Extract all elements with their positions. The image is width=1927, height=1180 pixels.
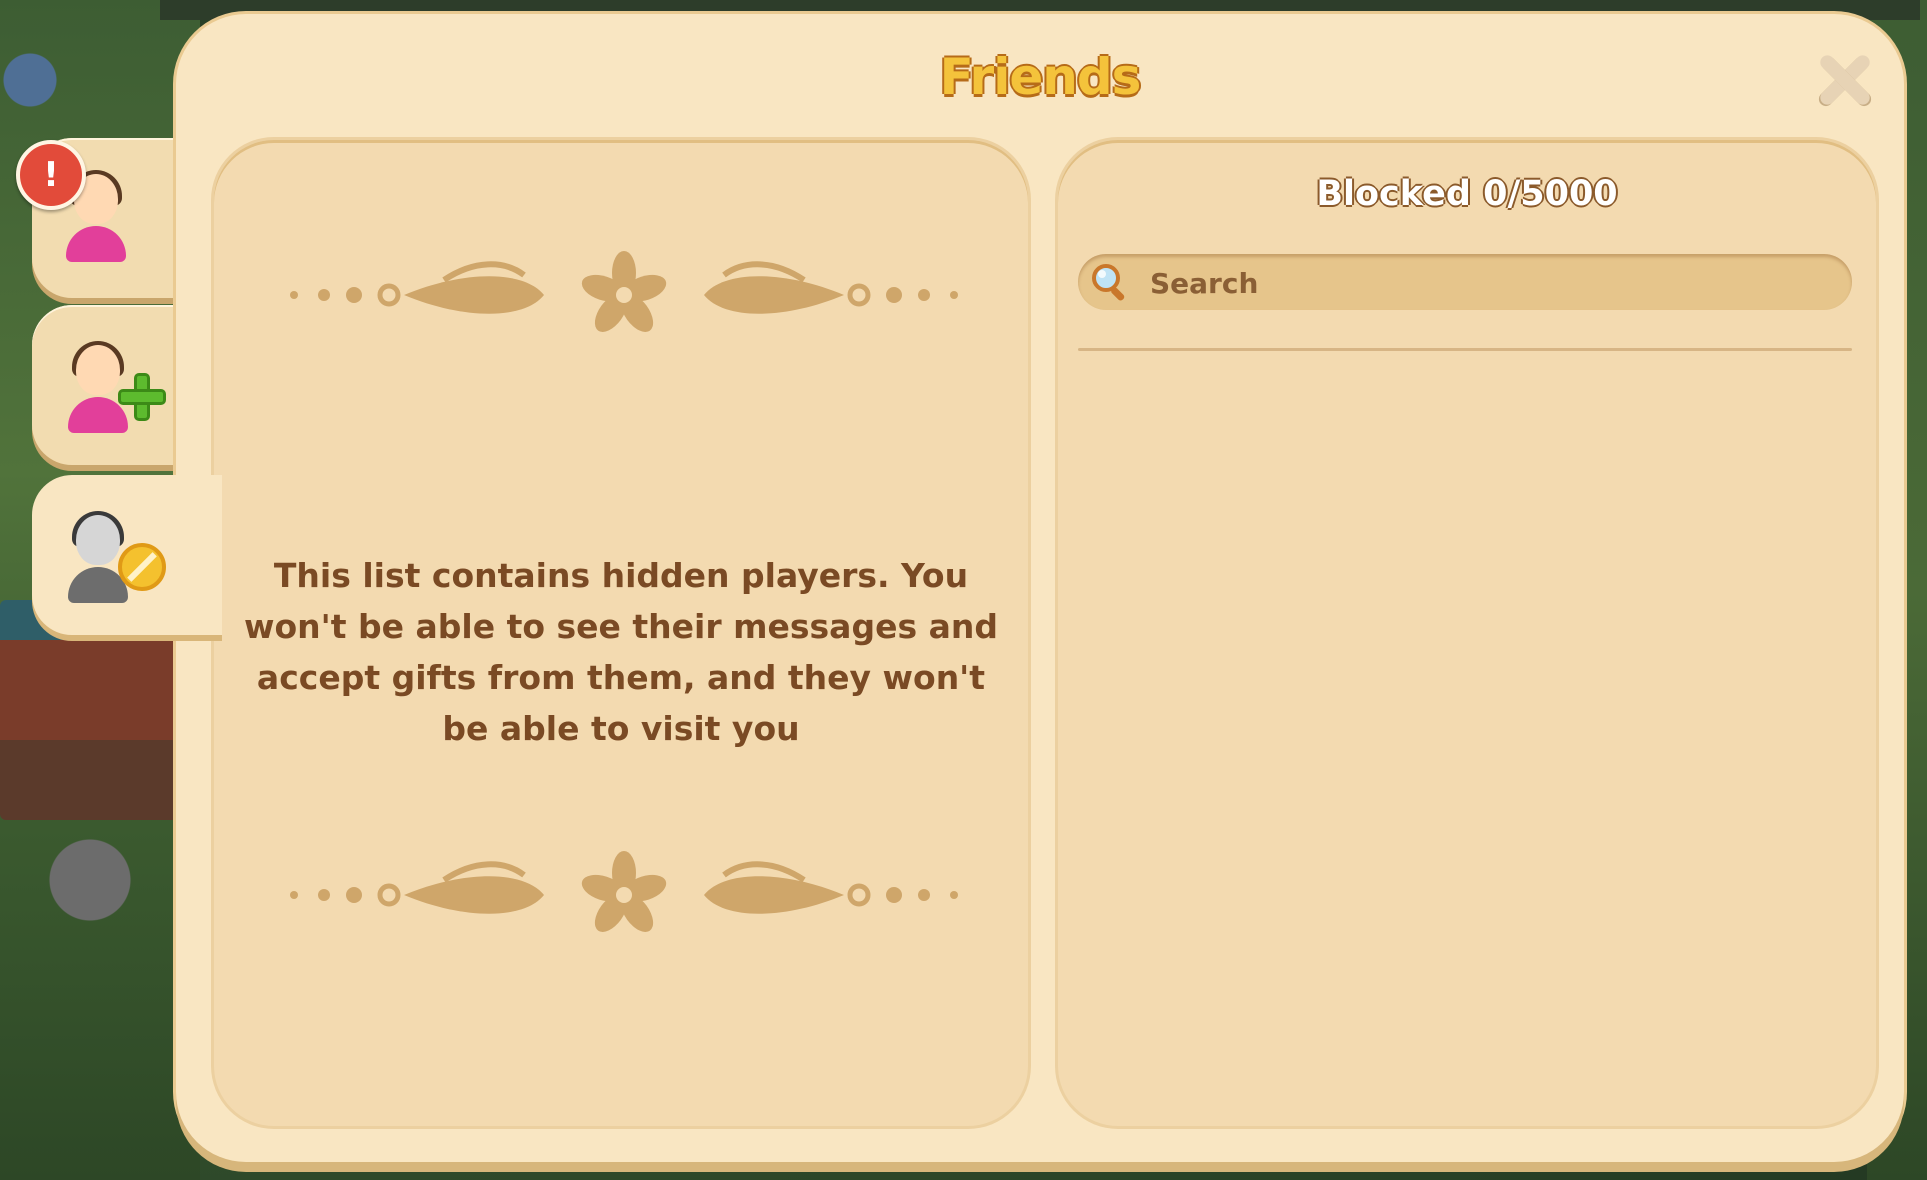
ornament-top: [290, 251, 958, 332]
search-input[interactable]: [1148, 254, 1832, 312]
ornament-bottom: [290, 851, 958, 932]
friends-dialog: Friends This list contains hidden player…: [176, 14, 1904, 1162]
list-divider: [1078, 348, 1852, 351]
tab-blocked[interactable]: [32, 475, 222, 635]
blocked-list-panel: Blocked 0/5000: [1058, 140, 1876, 1126]
search-box[interactable]: [1078, 254, 1852, 312]
blocked-info-text: This list contains hidden players. You w…: [244, 556, 998, 748]
close-icon[interactable]: [1816, 52, 1872, 108]
magnifier-icon: [1092, 264, 1125, 301]
info-panel: This list contains hidden players. You w…: [214, 140, 1028, 1126]
dialog-title: Friends: [939, 48, 1142, 106]
blocked-count-title: Blocked 0/5000: [1316, 174, 1618, 214]
block-icon: [118, 543, 166, 591]
plus-icon: [118, 373, 166, 421]
alert-badge: !: [16, 140, 86, 210]
